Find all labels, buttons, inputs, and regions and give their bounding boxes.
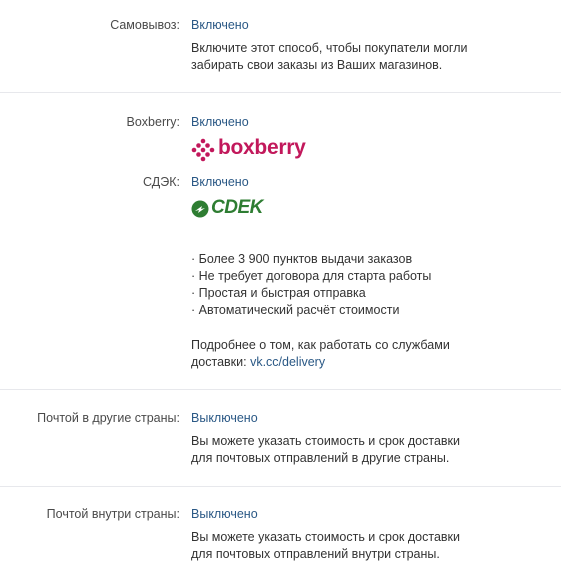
cdek-feature-2: · Не требует договора для старта работы xyxy=(191,269,432,283)
cdek-circle-icon xyxy=(191,200,209,218)
cdek-feature-3: · Простая и быстрая отправка xyxy=(191,286,366,300)
cdek-feature-4: · Автоматический расчёт стоимости xyxy=(191,303,400,317)
pickup-description-line-2: забирать свои заказы из Ваших магазинов. xyxy=(191,58,443,72)
cdek-more-info-text: Подробнее о том, как работать со службам… xyxy=(191,338,450,352)
domestic-post-description-line-1: Вы можете указать стоимость и срок доста… xyxy=(191,530,460,544)
cdek-more-info-prefix: доставки: xyxy=(191,355,251,369)
intl-post-status-toggle[interactable]: Выключено xyxy=(191,411,258,425)
section-divider xyxy=(0,389,561,390)
cdek-status-toggle[interactable]: Включено xyxy=(191,175,249,189)
domestic-post-status-toggle[interactable]: Выключено xyxy=(191,507,258,521)
pickup-description-line-1: Включите этот способ, чтобы покупатели м… xyxy=(191,41,468,55)
boxberry-label: Boxberry: xyxy=(126,115,181,129)
domestic-post-label: Почтой внутри страны: xyxy=(46,507,180,521)
pickup-label: Самовывоз: xyxy=(110,18,180,32)
intl-post-label: Почтой в другие страны: xyxy=(37,411,180,425)
section-divider xyxy=(0,486,561,487)
boxberry-logo-text: boxberry xyxy=(218,136,306,159)
domestic-post-description-line-2: для почтовых отправлений внутри страны. xyxy=(191,547,440,561)
pickup-status-toggle[interactable]: Включено xyxy=(191,18,249,32)
section-divider xyxy=(0,92,561,93)
cdek-logo-text: СDEK xyxy=(211,197,263,218)
boxberry-status-toggle[interactable]: Включено xyxy=(191,115,249,129)
boxberry-dots-icon xyxy=(191,138,215,162)
intl-post-description-line-2: для почтовых отправлений в другие страны… xyxy=(191,451,450,465)
cdek-more-info-line-2: доставки: vk.cc/delivery xyxy=(191,354,325,371)
delivery-info-link[interactable]: vk.cc/delivery xyxy=(250,355,325,369)
cdek-label: СДЭК: xyxy=(143,175,180,189)
cdek-feature-1: · Более 3 900 пунктов выдачи заказов xyxy=(191,252,413,266)
intl-post-description-line-1: Вы можете указать стоимость и срок доста… xyxy=(191,434,460,448)
